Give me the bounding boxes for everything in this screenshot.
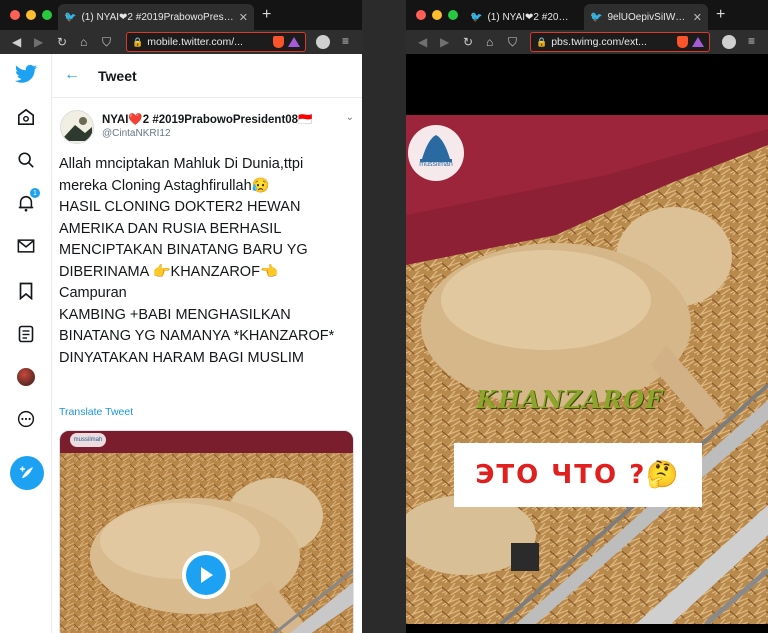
- box-caption: ЭТО ЧТО ?🤔: [475, 460, 681, 490]
- bookmark-icon[interactable]: ⛉: [508, 34, 517, 50]
- brave-rewards-icon[interactable]: [288, 37, 300, 47]
- close-window-button[interactable]: [10, 10, 20, 20]
- messages-envelope-icon[interactable]: [14, 234, 38, 258]
- address-bar[interactable]: 🔒 mobile.twitter.com/...: [126, 32, 306, 52]
- caption-box: ЭТО ЧТО ?🤔: [454, 443, 702, 507]
- lock-icon: 🔒: [132, 36, 144, 47]
- new-tab-button[interactable]: +: [716, 7, 725, 23]
- tab-twitter[interactable]: 🐦 (1) NYAI❤2 #2019Pr: [464, 4, 580, 30]
- tweet-text: Allah mnciptakan Mahluk Di Dunia,ttpi me…: [59, 156, 335, 366]
- twitter-bird-icon: 🐦: [590, 11, 603, 23]
- tab-title: (1) NYAI❤2 #2019PrabowoPresident08: [81, 11, 233, 23]
- twitter-sidebar: 1: [0, 54, 52, 633]
- title-bar: 🐦 (1) NYAI❤2 #2019PrabowoPresident08 ✕ +: [0, 0, 362, 30]
- video-thumbnail: [60, 431, 353, 633]
- tweet-video[interactable]: mussilmah: [59, 430, 354, 633]
- reload-icon[interactable]: ↻: [57, 34, 67, 50]
- green-caption: KHANZAROF: [476, 385, 664, 414]
- tweet-column: ← Tweet NYAI❤️2 #2019PrabowoPresident08🇮…: [52, 54, 362, 633]
- close-icon[interactable]: ✕: [693, 11, 702, 24]
- tab-image[interactable]: 🐦 9elUOepivSiIWW1P ✕: [584, 4, 708, 30]
- browser-toolbar: ◀ ▶ ↻ ⌂ ⛉ 🔒 pbs.twimg.com/ext... ≡: [406, 30, 768, 54]
- profile-icon[interactable]: [14, 365, 38, 389]
- feather-plus-icon: [20, 466, 33, 478]
- notifications-bell-icon[interactable]: 1: [14, 188, 40, 215]
- tab-twitter[interactable]: 🐦 (1) NYAI❤2 #2019PrabowoPresident08 ✕: [58, 4, 254, 30]
- browser-window-left: 🐦 (1) NYAI❤2 #2019PrabowoPresident08 ✕ +…: [0, 0, 362, 633]
- twitter-bird-icon: 🐦: [64, 11, 77, 23]
- media-watermark: mussilmah: [70, 433, 106, 447]
- zoom-window-button[interactable]: [448, 10, 458, 20]
- lists-icon[interactable]: [14, 322, 38, 346]
- image-viewer: mussilmah KHANZAROF ЭТО ЧТО ?🤔: [406, 54, 768, 633]
- back-icon[interactable]: ◀: [418, 34, 427, 50]
- forward-icon[interactable]: ▶: [34, 34, 43, 50]
- menu-icon[interactable]: ≡: [748, 34, 755, 48]
- bookmarks-icon[interactable]: [14, 279, 38, 303]
- profile-avatar-icon: [17, 368, 35, 386]
- tweet-header: ← Tweet: [52, 54, 362, 98]
- close-window-button[interactable]: [416, 10, 426, 20]
- home-icon[interactable]: ⌂: [80, 34, 87, 50]
- brave-shield-icon[interactable]: [273, 36, 284, 48]
- address-bar[interactable]: 🔒 pbs.twimg.com/ext...: [530, 32, 710, 52]
- bookmark-icon[interactable]: ⛉: [102, 34, 111, 50]
- browser-toolbar: ◀ ▶ ↻ ⌂ ⛉ 🔒 mobile.twitter.com/... ≡: [0, 30, 362, 54]
- brave-rewards-icon[interactable]: [692, 37, 704, 47]
- minimize-window-button[interactable]: [432, 10, 442, 20]
- author-avatar[interactable]: [60, 110, 94, 144]
- compose-tweet-button[interactable]: [10, 456, 44, 490]
- image-scene: [406, 115, 768, 624]
- new-tab-button[interactable]: +: [262, 7, 271, 23]
- image-watermark: mussilmah: [419, 161, 453, 168]
- twitter-bird-icon: 🐦: [470, 11, 483, 23]
- search-icon[interactable]: [14, 148, 38, 172]
- minimize-window-button[interactable]: [26, 10, 36, 20]
- tab-title: 9elUOepivSiIWW1P: [607, 11, 687, 23]
- play-button[interactable]: [182, 551, 230, 599]
- back-arrow-icon[interactable]: ←: [64, 66, 80, 84]
- brave-shield-icon[interactable]: [677, 36, 688, 48]
- reload-icon[interactable]: ↻: [463, 34, 473, 50]
- traffic-lights: [10, 10, 52, 20]
- menu-icon[interactable]: ≡: [342, 34, 349, 48]
- url-text: pbs.twimg.com/ext...: [551, 36, 647, 48]
- tab-title: (1) NYAI❤2 #2019Pr: [487, 11, 574, 23]
- author-name[interactable]: NYAI❤️2 #2019PrabowoPresident08🇮🇩: [102, 112, 312, 126]
- twitter-logo-icon[interactable]: [14, 62, 38, 86]
- author-handle[interactable]: @CintaNKRI12: [102, 128, 171, 139]
- forward-icon[interactable]: ▶: [440, 34, 449, 50]
- play-icon: [186, 555, 226, 595]
- chevron-down-icon[interactable]: ⌄: [346, 112, 354, 123]
- twitter-page: 1 ← Tweet NYAI❤️2 #2019PrabowoPresident0…: [0, 54, 362, 633]
- profile-avatar[interactable]: [316, 35, 330, 49]
- lock-icon: 🔒: [536, 36, 548, 47]
- viewed-image[interactable]: mussilmah KHANZAROF ЭТО ЧТО ?🤔: [406, 115, 768, 624]
- profile-avatar[interactable]: [722, 35, 736, 49]
- url-text: mobile.twitter.com/...: [147, 36, 243, 48]
- translate-tweet-link[interactable]: Translate Tweet: [59, 406, 133, 418]
- home-icon[interactable]: ⌂: [486, 34, 493, 50]
- home-nav-icon[interactable]: [14, 105, 38, 129]
- back-icon[interactable]: ◀: [12, 34, 21, 50]
- page-title: Tweet: [98, 68, 137, 84]
- browser-window-right: 🐦 (1) NYAI❤2 #2019Pr 🐦 9elUOepivSiIWW1P …: [406, 0, 768, 633]
- avatar-illustration: [61, 111, 93, 143]
- traffic-lights: [416, 10, 458, 20]
- close-icon[interactable]: ✕: [239, 11, 248, 24]
- zoom-window-button[interactable]: [42, 10, 52, 20]
- title-bar: 🐦 (1) NYAI❤2 #2019Pr 🐦 9elUOepivSiIWW1P …: [406, 0, 768, 30]
- more-icon[interactable]: [14, 407, 38, 431]
- notification-badge: 1: [30, 188, 40, 198]
